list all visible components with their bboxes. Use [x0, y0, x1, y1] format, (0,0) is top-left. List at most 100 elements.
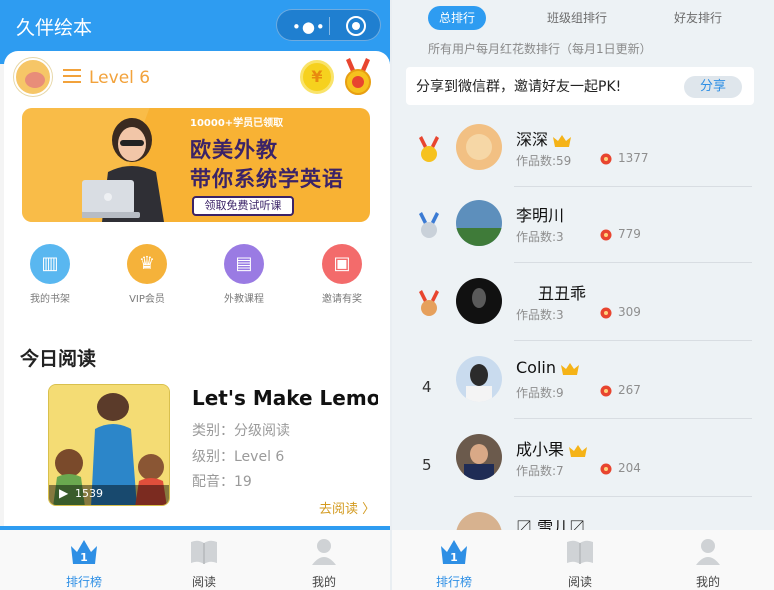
tab-overall-rank[interactable]: 总排行: [428, 6, 486, 30]
tab-profile[interactable]: 我的: [284, 530, 364, 590]
user-icon: [696, 539, 720, 565]
works-count: 作品数:3: [516, 230, 564, 244]
quick-link-label: VIP会员: [129, 294, 165, 305]
rank-row[interactable]: 5 成小果 作品数:7 204: [392, 434, 774, 512]
banner-small-text: 10000+学员已领取: [190, 118, 284, 129]
avatar[interactable]: [456, 200, 502, 246]
row-divider: [514, 496, 752, 497]
gold-medal-icon: [419, 136, 439, 162]
works-count: 作品数:9: [516, 386, 564, 400]
tab-label: 我的: [311, 575, 336, 589]
player-name: 李明川: [516, 206, 565, 225]
rank-row[interactable]: 4 Colin 作品数:9 267: [392, 356, 774, 434]
player-name: 深深: [516, 126, 572, 150]
play-icon[interactable]: ▶: [59, 486, 68, 500]
flower-count: 1377: [618, 151, 649, 165]
rank-row[interactable]: 丑丑乖 作品数:3 309: [392, 278, 774, 356]
play-count: 1539: [75, 487, 103, 500]
ranking-screen: 总排行 班级组排行 好友排行 所有用户每月红花数排行（每月1日更新） 分享到微信…: [392, 0, 774, 590]
banner-headline-1: 欧美外教: [190, 138, 278, 162]
bookshelf-icon: ▥: [30, 244, 70, 284]
bronze-medal-icon: [419, 290, 439, 316]
share-card: 分享到微信群，邀请好友一起PK! 分享: [406, 67, 754, 105]
book-icon: [567, 540, 593, 564]
works-count: 作品数:7: [516, 464, 564, 478]
quick-link-label: 外教课程: [224, 294, 264, 305]
avatar[interactable]: [456, 124, 502, 170]
flower-icon: [600, 463, 612, 475]
share-text: 分享到微信群，邀请好友一起PK!: [416, 79, 622, 95]
banner-headline-2: 带你系统学英语: [190, 167, 344, 191]
flower-icon: [600, 153, 612, 165]
works-count: 作品数:59: [516, 154, 572, 168]
rank-number: 4: [422, 378, 432, 396]
row-divider: [514, 186, 752, 187]
player-name: 丑丑乖: [538, 284, 587, 303]
svg-text:1: 1: [450, 551, 458, 564]
level-menu-icon: [63, 69, 81, 83]
crown-icon: ♛: [127, 244, 167, 284]
vip-crown-icon: [569, 444, 588, 457]
tab-profile[interactable]: 我的: [668, 530, 748, 590]
user-level: Level 6: [89, 68, 151, 88]
gift-icon: ▣: [322, 244, 362, 284]
player-name: 成小果: [516, 436, 588, 460]
tab-reading[interactable]: 阅读: [164, 530, 244, 590]
book-category: 类别：分级阅读: [192, 423, 290, 439]
rank-number: 5: [422, 456, 432, 474]
quick-link-invite[interactable]: ▣ 邀请有奖: [302, 244, 382, 305]
book-title[interactable]: Let's Make Lemo...: [192, 386, 378, 410]
tab-bar: 1 排行榜 阅读 我的: [0, 530, 390, 590]
rank-subtitle: 所有用户每月红花数排行（每月1日更新）: [428, 42, 652, 56]
tab-label: 排行榜: [65, 575, 102, 589]
avatar[interactable]: [456, 434, 502, 480]
tab-label: 阅读: [191, 575, 216, 589]
rank-row[interactable]: 深深 作品数:59 1377: [392, 124, 774, 202]
section-title: 今日阅读: [20, 348, 97, 370]
tab-label: 我的: [695, 575, 720, 589]
coin-icon[interactable]: ¥: [300, 60, 334, 94]
row-divider: [514, 418, 752, 419]
go-read-link[interactable]: 去阅读 〉: [319, 498, 375, 517]
capsule-divider: [329, 17, 330, 35]
tab-bar: 1 排行榜 阅读 我的: [392, 530, 774, 590]
rank-row[interactable]: 李明川 作品数:3 779: [392, 200, 774, 278]
flower-icon: [600, 229, 612, 241]
ranking-icon: 1: [441, 540, 467, 564]
quick-link-label: 我的书架: [30, 294, 70, 305]
row-divider: [514, 262, 752, 263]
app-title: 久伴绘本: [16, 17, 93, 39]
share-button[interactable]: 分享: [684, 76, 742, 98]
home-screen: 久伴绘本 •●• Level 6 ¥ 10000+学员已领取 欧美外教 带你系统…: [0, 0, 390, 590]
quick-link-bookshelf[interactable]: ▥ 我的书架: [10, 244, 90, 305]
medal-icon[interactable]: [343, 58, 373, 96]
avatar[interactable]: [14, 58, 52, 96]
tab-ranking[interactable]: 1 排行榜: [44, 530, 124, 590]
vip-crown-icon: [553, 134, 572, 147]
quick-link-vip[interactable]: ♛ VIP会员: [107, 244, 187, 305]
flower-icon: [600, 307, 612, 319]
tab-ranking[interactable]: 1 排行榜: [414, 530, 494, 590]
more-icon[interactable]: •●•: [292, 18, 326, 36]
flower-count: 267: [618, 383, 641, 397]
tab-reading[interactable]: 阅读: [540, 530, 620, 590]
user-icon: [312, 539, 336, 565]
quick-link-label: 邀请有奖: [322, 294, 362, 305]
miniprogram-capsule[interactable]: •●•: [276, 9, 381, 41]
quick-link-courses[interactable]: ▤ 外教课程: [204, 244, 284, 305]
book-dub-count: 配音：19: [192, 474, 252, 490]
flower-icon: [600, 385, 612, 397]
trial-class-button[interactable]: 领取免费试听课: [192, 196, 294, 216]
teacher-illustration: [82, 118, 164, 222]
book-icon: [191, 540, 217, 564]
tab-class-rank[interactable]: 班级组排行: [532, 6, 622, 30]
tab-friend-rank[interactable]: 好友排行: [660, 6, 736, 30]
avatar[interactable]: [456, 278, 502, 324]
book-cover[interactable]: ▶ 1539: [48, 384, 170, 506]
tab-label: 阅读: [567, 575, 592, 589]
book-open-icon: ▤: [224, 244, 264, 284]
ranking-icon: 1: [71, 540, 97, 564]
avatar[interactable]: [456, 356, 502, 402]
promo-banner[interactable]: 10000+学员已领取 欧美外教 带你系统学英语 领取免费试听课: [22, 108, 370, 222]
close-miniprogram-icon[interactable]: [346, 16, 366, 36]
